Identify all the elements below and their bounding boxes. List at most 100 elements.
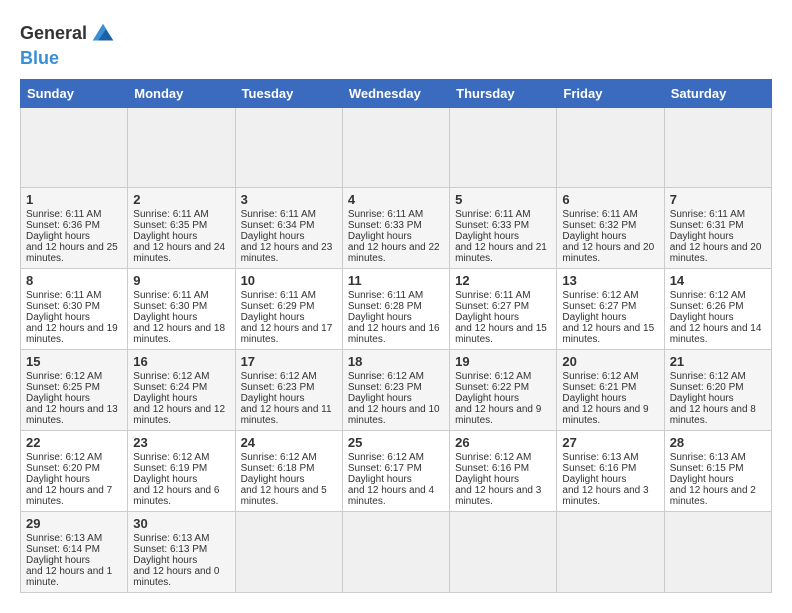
sunrise-text: Sunrise: 6:13 AM — [562, 452, 638, 463]
sunrise-text: Sunrise: 6:11 AM — [26, 209, 101, 220]
sunrise-text: Sunrise: 6:12 AM — [455, 371, 531, 382]
calendar-cell: 11Sunrise: 6:11 AMSunset: 6:28 PMDayligh… — [342, 268, 449, 349]
calendar-cell: 18Sunrise: 6:12 AMSunset: 6:23 PMDayligh… — [342, 349, 449, 430]
daylight-duration: and 12 hours and 12 minutes. — [133, 404, 225, 426]
calendar-cell: 23Sunrise: 6:12 AMSunset: 6:19 PMDayligh… — [128, 430, 235, 511]
day-number: 14 — [670, 273, 766, 288]
daylight-label: Daylight hours — [26, 312, 90, 323]
daylight-duration: and 12 hours and 2 minutes. — [670, 485, 756, 507]
daylight-label: Daylight hours — [562, 231, 626, 242]
daylight-duration: and 12 hours and 21 minutes. — [455, 242, 547, 264]
sunset-text: Sunset: 6:30 PM — [133, 301, 207, 312]
calendar-cell — [664, 511, 771, 592]
sunrise-text: Sunrise: 6:13 AM — [133, 533, 209, 544]
calendar-cell: 19 Sunrise: 6:12 AMSunset: 6:22 PMDayligh… — [450, 349, 557, 430]
sunrise-text: Sunrise: 6:11 AM — [348, 290, 423, 301]
sunrise-text: Sunrise: 6:11 AM — [241, 290, 316, 301]
logo-blue: Blue — [20, 48, 117, 69]
daylight-label: Daylight hours — [133, 231, 197, 242]
sunrise-text: Sunrise: 6:12 AM — [241, 452, 317, 463]
day-number: 18 — [348, 354, 444, 369]
daylight-label: Daylight hours — [455, 393, 519, 404]
calendar-cell: 1Sunrise: 6:11 AMSunset: 6:36 PMDaylight… — [21, 187, 128, 268]
calendar-cell: 3Sunrise: 6:11 AMSunset: 6:34 PMDaylight… — [235, 187, 342, 268]
calendar-cell — [557, 511, 664, 592]
sunrise-text: Sunrise: 6:12 AM — [455, 452, 531, 463]
day-number: 29 — [26, 516, 122, 531]
day-number: 13 — [562, 273, 658, 288]
logo-general: General — [20, 23, 87, 43]
day-number: 28 — [670, 435, 766, 450]
sunset-text: Sunset: 6:29 PM — [241, 301, 315, 312]
daylight-duration: and 12 hours and 6 minutes. — [133, 485, 219, 507]
daylight-duration: and 12 hours and 19 minutes. — [26, 323, 118, 345]
day-number: 6 — [562, 192, 658, 207]
day-number: 10 — [241, 273, 337, 288]
daylight-duration: and 12 hours and 0 minutes. — [133, 566, 219, 588]
daylight-label: Daylight hours — [348, 312, 412, 323]
daylight-duration: and 12 hours and 16 minutes. — [348, 323, 440, 345]
sunset-text: Sunset: 6:26 PM — [670, 301, 744, 312]
sunrise-text: Sunrise: 6:12 AM — [26, 452, 102, 463]
sunset-text: Sunset: 6:22 PM — [455, 382, 529, 393]
day-number: 8 — [26, 273, 122, 288]
day-number: 26 — [455, 435, 551, 450]
daylight-duration: and 12 hours and 9 minutes. — [455, 404, 541, 426]
calendar-cell: 20Sunrise: 6:12 AMSunset: 6:21 PMDayligh… — [557, 349, 664, 430]
daylight-label: Daylight hours — [133, 393, 197, 404]
daylight-label: Daylight hours — [670, 393, 734, 404]
sunset-text: Sunset: 6:19 PM — [133, 463, 207, 474]
daylight-label: Daylight hours — [133, 312, 197, 323]
calendar-cell: 6Sunrise: 6:11 AMSunset: 6:32 PMDaylight… — [557, 187, 664, 268]
daylight-label: Daylight hours — [348, 393, 412, 404]
daylight-duration: and 12 hours and 4 minutes. — [348, 485, 434, 507]
column-header-tuesday: Tuesday — [235, 79, 342, 107]
daylight-duration: and 12 hours and 3 minutes. — [455, 485, 541, 507]
daylight-label: Daylight hours — [455, 312, 519, 323]
calendar-cell: 4Sunrise: 6:11 AMSunset: 6:33 PMDaylight… — [342, 187, 449, 268]
sunset-text: Sunset: 6:20 PM — [670, 382, 744, 393]
day-number: 16 — [133, 354, 229, 369]
daylight-duration: and 12 hours and 14 minutes. — [670, 323, 762, 345]
sunrise-text: Sunrise: 6:11 AM — [562, 209, 637, 220]
calendar-week-2: 8Sunrise: 6:11 AMSunset: 6:30 PMDaylight… — [21, 268, 772, 349]
daylight-label: Daylight hours — [26, 555, 90, 566]
daylight-duration: and 12 hours and 17 minutes. — [241, 323, 333, 345]
calendar-cell — [557, 107, 664, 187]
sunset-text: Sunset: 6:13 PM — [133, 544, 207, 555]
sunset-text: Sunset: 6:31 PM — [670, 220, 744, 231]
daylight-label: Daylight hours — [562, 393, 626, 404]
sunrise-text: Sunrise: 6:11 AM — [133, 290, 208, 301]
day-number: 22 — [26, 435, 122, 450]
column-header-thursday: Thursday — [450, 79, 557, 107]
column-header-sunday: Sunday — [21, 79, 128, 107]
daylight-label: Daylight hours — [241, 312, 305, 323]
calendar-cell — [235, 107, 342, 187]
calendar-cell: 14Sunrise: 6:12 AMSunset: 6:26 PMDayligh… — [664, 268, 771, 349]
sunset-text: Sunset: 6:23 PM — [348, 382, 422, 393]
daylight-duration: and 12 hours and 1 minute. — [26, 566, 112, 588]
day-number: 25 — [348, 435, 444, 450]
day-number: 19 — [455, 354, 551, 369]
day-number: 27 — [562, 435, 658, 450]
sunset-text: Sunset: 6:27 PM — [455, 301, 529, 312]
page-header: General Blue — [20, 20, 772, 69]
calendar-table: SundayMondayTuesdayWednesdayThursdayFrid… — [20, 79, 772, 593]
daylight-label: Daylight hours — [562, 474, 626, 485]
calendar-cell — [342, 511, 449, 592]
calendar-cell: 10 Sunrise: 6:11 AMSunset: 6:29 PMDayligh… — [235, 268, 342, 349]
calendar-cell — [128, 107, 235, 187]
day-number: 30 — [133, 516, 229, 531]
day-number: 9 — [133, 273, 229, 288]
sunrise-text: Sunrise: 6:11 AM — [348, 209, 423, 220]
sunset-text: Sunset: 6:21 PM — [562, 382, 636, 393]
daylight-label: Daylight hours — [455, 231, 519, 242]
daylight-duration: and 12 hours and 20 minutes. — [670, 242, 762, 264]
daylight-duration: and 12 hours and 24 minutes. — [133, 242, 225, 264]
daylight-label: Daylight hours — [26, 474, 90, 485]
daylight-duration: and 12 hours and 3 minutes. — [562, 485, 648, 507]
day-number: 21 — [670, 354, 766, 369]
sunrise-text: Sunrise: 6:11 AM — [133, 209, 208, 220]
day-number: 5 — [455, 192, 551, 207]
daylight-duration: and 12 hours and 22 minutes. — [348, 242, 440, 264]
